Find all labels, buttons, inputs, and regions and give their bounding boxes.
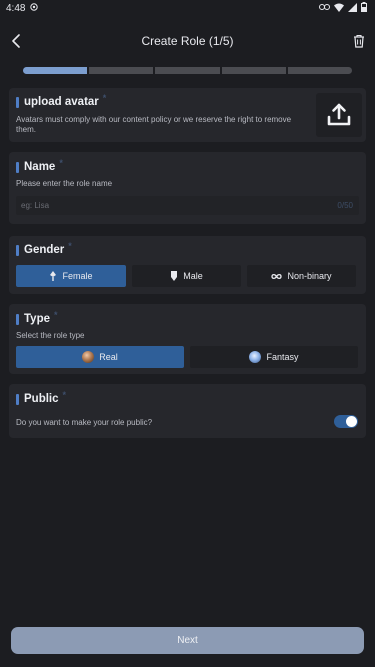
upload-icon: [327, 103, 351, 126]
name-card: Name * Please enter the role name 0/50: [9, 152, 366, 224]
public-toggle[interactable]: [334, 415, 358, 428]
progress-step-4: [221, 67, 286, 74]
progress-step-1: [23, 67, 88, 74]
type-option-label: Fantasy: [266, 352, 299, 362]
status-right: [319, 2, 367, 14]
delete-button[interactable]: [349, 31, 369, 51]
required-mark: *: [54, 310, 58, 320]
public-title-text: Public: [24, 393, 59, 405]
battery-icon: [361, 2, 367, 14]
gender-title: Gender *: [16, 241, 72, 256]
avatar-title-text: upload avatar: [24, 96, 99, 108]
gender-title-text: Gender: [24, 244, 65, 256]
real-avatar-icon: [82, 351, 95, 363]
status-bar: 4:48: [0, 0, 375, 16]
upload-avatar-button[interactable]: [316, 93, 362, 137]
title-accent-bar: [16, 161, 19, 173]
step-progress: [23, 67, 353, 74]
name-input[interactable]: [21, 201, 301, 210]
link-icon: [319, 3, 330, 13]
type-option-fantasy[interactable]: Fantasy: [190, 346, 358, 368]
gender-option-label: Male: [183, 271, 203, 281]
name-char-counter: 0/50: [337, 201, 353, 210]
name-title-text: Name: [24, 161, 56, 173]
status-time: 4:48: [6, 2, 26, 14]
progress-step-3: [155, 67, 220, 74]
gender-option-nonbinary[interactable]: Non-binary: [247, 265, 356, 287]
female-icon: [50, 271, 57, 281]
gender-card: Gender * Female Male Non-binary: [9, 236, 366, 294]
type-card: Type * Select the role type Real Fantasy: [9, 304, 366, 374]
name-subtitle: Please enter the role name: [16, 179, 113, 188]
app-bar: Create Role (1/5): [0, 26, 375, 56]
title-accent-bar: [16, 96, 19, 108]
gender-option-label: Female: [62, 271, 93, 281]
type-subtitle: Select the role type: [16, 331, 85, 340]
trash-icon: [354, 34, 364, 48]
avatar-card: upload avatar * Avatars must comply with…: [9, 88, 366, 142]
progress-step-5: [287, 67, 353, 74]
chevron-left-icon: [12, 34, 20, 48]
name-title: Name *: [16, 158, 63, 173]
fantasy-avatar-icon: [249, 351, 262, 363]
progress-step-2: [89, 67, 154, 74]
title-accent-bar: [16, 393, 19, 405]
gender-option-male[interactable]: Male: [132, 265, 241, 287]
status-left: 4:48: [6, 2, 39, 14]
type-title-text: Type: [24, 313, 50, 325]
male-icon: [171, 271, 178, 281]
required-mark: *: [59, 158, 63, 168]
avatar-title: upload avatar *: [16, 93, 107, 108]
avatar-description: Avatars must comply with our content pol…: [16, 115, 292, 134]
required-mark: *: [68, 241, 72, 251]
wifi-icon: [334, 3, 344, 14]
gender-option-label: Non-binary: [287, 271, 332, 281]
type-options: Real Fantasy: [16, 346, 358, 368]
title-accent-bar: [16, 244, 19, 256]
required-mark: *: [62, 390, 67, 400]
notification-icon: [30, 2, 39, 14]
title-accent-bar: [16, 313, 19, 325]
type-option-label: Real: [99, 352, 118, 362]
public-question: Do you want to make your role public?: [16, 418, 153, 427]
back-button[interactable]: [6, 31, 26, 51]
signal-icon: [348, 2, 357, 14]
next-button[interactable]: Next: [11, 627, 364, 654]
page-title: Create Role (1/5): [141, 34, 234, 48]
gender-option-female[interactable]: Female: [16, 265, 126, 287]
name-field[interactable]: 0/50: [16, 196, 359, 215]
infinity-icon: [271, 273, 283, 279]
type-option-real[interactable]: Real: [16, 346, 184, 368]
gender-options: Female Male Non-binary: [16, 265, 356, 287]
public-title: Public *: [16, 390, 67, 405]
public-card: Public * Do you want to make your role p…: [9, 384, 366, 438]
toggle-knob: [346, 416, 357, 427]
type-title: Type *: [16, 310, 58, 325]
required-mark: *: [102, 93, 107, 103]
